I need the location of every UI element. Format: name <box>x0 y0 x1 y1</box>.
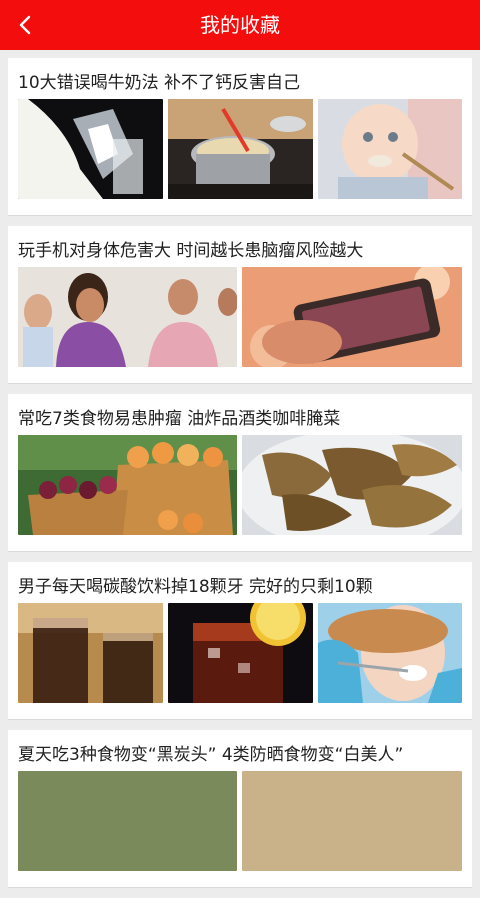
article-title: 常吃7类食物易患肿瘤 油炸品酒类咖啡腌菜 <box>18 409 341 429</box>
top-bar: 我的收藏 <box>0 0 480 50</box>
thumbnail-row <box>18 435 462 535</box>
thumbnail-row <box>18 771 462 871</box>
milk-pouring-image <box>18 99 163 199</box>
article-card-soda[interactable]: 男子每天喝碳酸饮料掉18颗牙 完好的只剩10颗 <box>8 562 472 720</box>
page-title: 我的收藏 <box>200 13 280 37</box>
fruit-basket-image <box>18 435 237 535</box>
article-title: 玩手机对身体危害大 时间越长患脑瘤风险越大 <box>18 241 364 261</box>
cooking-pot-image <box>168 99 313 199</box>
article-title: 10大错误喝牛奶法 补不了钙反害自己 <box>18 73 301 93</box>
article-image <box>242 771 462 871</box>
cola-glasses-image <box>18 603 163 703</box>
dental-checkup-image <box>318 603 462 703</box>
article-title: 男子每天喝碳酸饮料掉18颗牙 完好的只剩10颗 <box>18 577 373 597</box>
article-card-milk[interactable]: 10大错误喝牛奶法 补不了钙反害自己 <box>8 58 472 216</box>
article-card-summer-food[interactable]: 夏天吃3种食物变“黑炭头” 4类防晒食物变“白美人” <box>8 730 472 888</box>
article-image <box>18 771 237 871</box>
article-title: 夏天吃3种食物变“黑炭头” 4类防晒食物变“白美人” <box>18 745 404 765</box>
favorites-list: 10大错误喝牛奶法 补不了钙反害自己 玩手机对身体危害大 时间越长患脑瘤风险越大… <box>8 58 472 898</box>
cola-lemon-image <box>168 603 313 703</box>
thumbnail-row <box>18 603 462 703</box>
article-card-phone[interactable]: 玩手机对身体危害大 时间越长患脑瘤风险越大 <box>8 226 472 384</box>
article-card-food-tumor[interactable]: 常吃7类食物易患肿瘤 油炸品酒类咖啡腌菜 <box>8 394 472 552</box>
thumbnail-row <box>18 99 462 199</box>
baby-eating-image <box>318 99 462 199</box>
people-with-phones-image <box>18 267 237 367</box>
thumbnail-row <box>18 267 462 367</box>
fried-fish-image <box>242 435 462 535</box>
hand-holding-phone-image <box>242 267 462 367</box>
